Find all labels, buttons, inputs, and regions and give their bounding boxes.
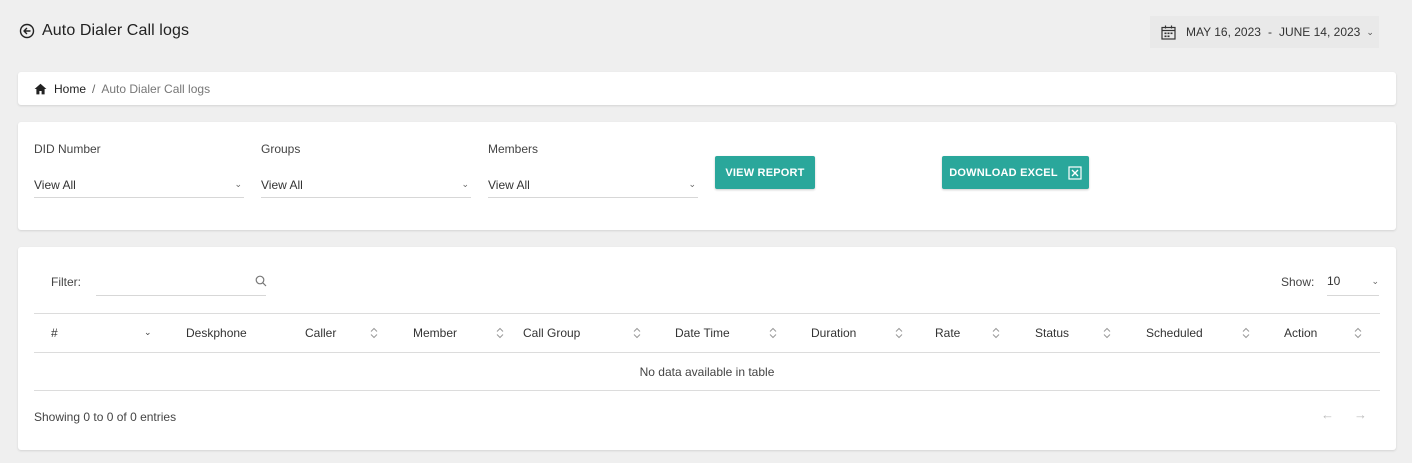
calendar-icon <box>1161 25 1176 40</box>
column-label: Member <box>413 326 458 340</box>
column-header-date-time[interactable]: Date Time <box>675 314 730 352</box>
date-end: JUNE 14, 2023 <box>1278 25 1361 39</box>
download-excel-label: DOWNLOAD EXCEL <box>949 166 1058 179</box>
chevron-down-icon: ⌄ <box>688 179 696 189</box>
breadcrumb-separator: / <box>92 82 96 96</box>
empty-table-row: No data available in table <box>34 353 1380 391</box>
chevron-down-icon[interactable]: ⌄ <box>144 327 152 338</box>
top-bar: Auto Dialer Call logs MAY 16, 2023 - JUN… <box>0 0 1412 64</box>
sort-icon[interactable] <box>992 327 1000 339</box>
column-label: Status <box>1035 326 1070 340</box>
column-label: Rate <box>935 326 961 340</box>
table-header: # ⌄ Deskphone Caller Member Call Group D… <box>34 313 1380 353</box>
sort-icon[interactable] <box>633 327 641 339</box>
pagination: ← → <box>1321 407 1367 422</box>
did-number-field: DID Number View All ⌄ <box>34 142 244 198</box>
members-value: View All <box>488 177 530 192</box>
column-header-scheduled[interactable]: Scheduled <box>1146 314 1203 352</box>
sort-icon[interactable] <box>1354 327 1362 339</box>
column-header-call-group[interactable]: Call Group <box>523 314 580 352</box>
search-icon <box>255 274 267 287</box>
column-label: Action <box>1284 326 1318 340</box>
sort-icon[interactable] <box>370 327 378 339</box>
column-header-deskphone[interactable]: Deskphone <box>186 314 247 352</box>
breadcrumb: Home / Auto Dialer Call logs <box>34 82 210 96</box>
column-label: Date Time <box>675 326 730 340</box>
previous-page-button[interactable]: ← <box>1321 407 1334 422</box>
title-area: Auto Dialer Call logs <box>19 22 189 40</box>
breadcrumb-current: Auto Dialer Call logs <box>101 82 211 96</box>
date-range-picker[interactable]: MAY 16, 2023 - JUNE 14, 2023 ⌄ <box>1150 16 1379 48</box>
breadcrumb-card: Home / Auto Dialer Call logs <box>18 72 1396 105</box>
column-header-duration[interactable]: Duration <box>811 314 856 352</box>
groups-label: Groups <box>261 142 301 156</box>
column-label: Scheduled <box>1146 326 1203 340</box>
filter-card: DID Number View All ⌄ Groups View All ⌄ … <box>18 122 1396 230</box>
chevron-down-icon: ⌄ <box>1371 275 1379 286</box>
table-card: Filter: Show: 10 ⌄ # ⌄ Deskphone Caller … <box>18 247 1396 450</box>
page-title: Auto Dialer Call logs <box>42 22 190 39</box>
column-header-status[interactable]: Status <box>1035 314 1069 352</box>
table-info: Showing 0 to 0 of 0 entries <box>34 410 177 424</box>
column-header-member[interactable]: Member <box>413 314 457 352</box>
empty-message: No data available in table <box>639 364 775 379</box>
sort-icon[interactable] <box>1242 327 1250 339</box>
date-start: MAY 16, 2023 <box>1186 25 1261 39</box>
did-number-select[interactable]: View All ⌄ <box>34 172 244 198</box>
groups-value: View All <box>261 177 303 192</box>
chevron-down-icon: ⌄ <box>234 179 242 189</box>
chevron-down-icon: ⌄ <box>461 179 469 189</box>
page-size-value: 10 <box>1327 274 1341 288</box>
next-page-button[interactable]: → <box>1354 407 1367 422</box>
members-field: Members View All ⌄ <box>488 142 698 198</box>
sort-icon[interactable] <box>769 327 777 339</box>
sort-icon[interactable] <box>1103 327 1111 339</box>
column-header-caller[interactable]: Caller <box>305 314 336 352</box>
column-header-rate[interactable]: Rate <box>935 314 960 352</box>
column-label: Call Group <box>523 326 581 340</box>
sort-icon[interactable] <box>496 327 504 339</box>
did-number-value: View All <box>34 177 76 192</box>
column-label: Caller <box>305 326 337 340</box>
excel-icon <box>1068 165 1082 180</box>
view-report-button[interactable]: VIEW REPORT <box>715 156 815 189</box>
groups-select[interactable]: View All ⌄ <box>261 172 471 198</box>
members-select[interactable]: View All ⌄ <box>488 172 698 198</box>
back-arrow-icon[interactable] <box>19 23 35 39</box>
date-separator: - <box>1267 25 1272 39</box>
chevron-down-icon: ⌄ <box>1366 26 1374 37</box>
column-label: # <box>51 326 58 340</box>
home-icon[interactable] <box>34 83 47 95</box>
did-number-label: DID Number <box>34 142 101 156</box>
members-label: Members <box>488 142 539 156</box>
groups-field: Groups View All ⌄ <box>261 142 471 198</box>
column-label: Deskphone <box>186 326 247 340</box>
show-label: Show: <box>1281 275 1315 289</box>
breadcrumb-home[interactable]: Home <box>54 82 86 96</box>
download-excel-button[interactable]: DOWNLOAD EXCEL <box>942 156 1089 189</box>
column-header-action[interactable]: Action <box>1284 314 1317 352</box>
filter-label: Filter: <box>51 275 81 289</box>
filter-input[interactable] <box>96 267 266 296</box>
sort-icon[interactable] <box>895 327 903 339</box>
column-header-number[interactable]: # <box>51 314 58 352</box>
page-size-select[interactable]: 10 ⌄ <box>1327 267 1379 296</box>
column-label: Duration <box>811 326 857 340</box>
